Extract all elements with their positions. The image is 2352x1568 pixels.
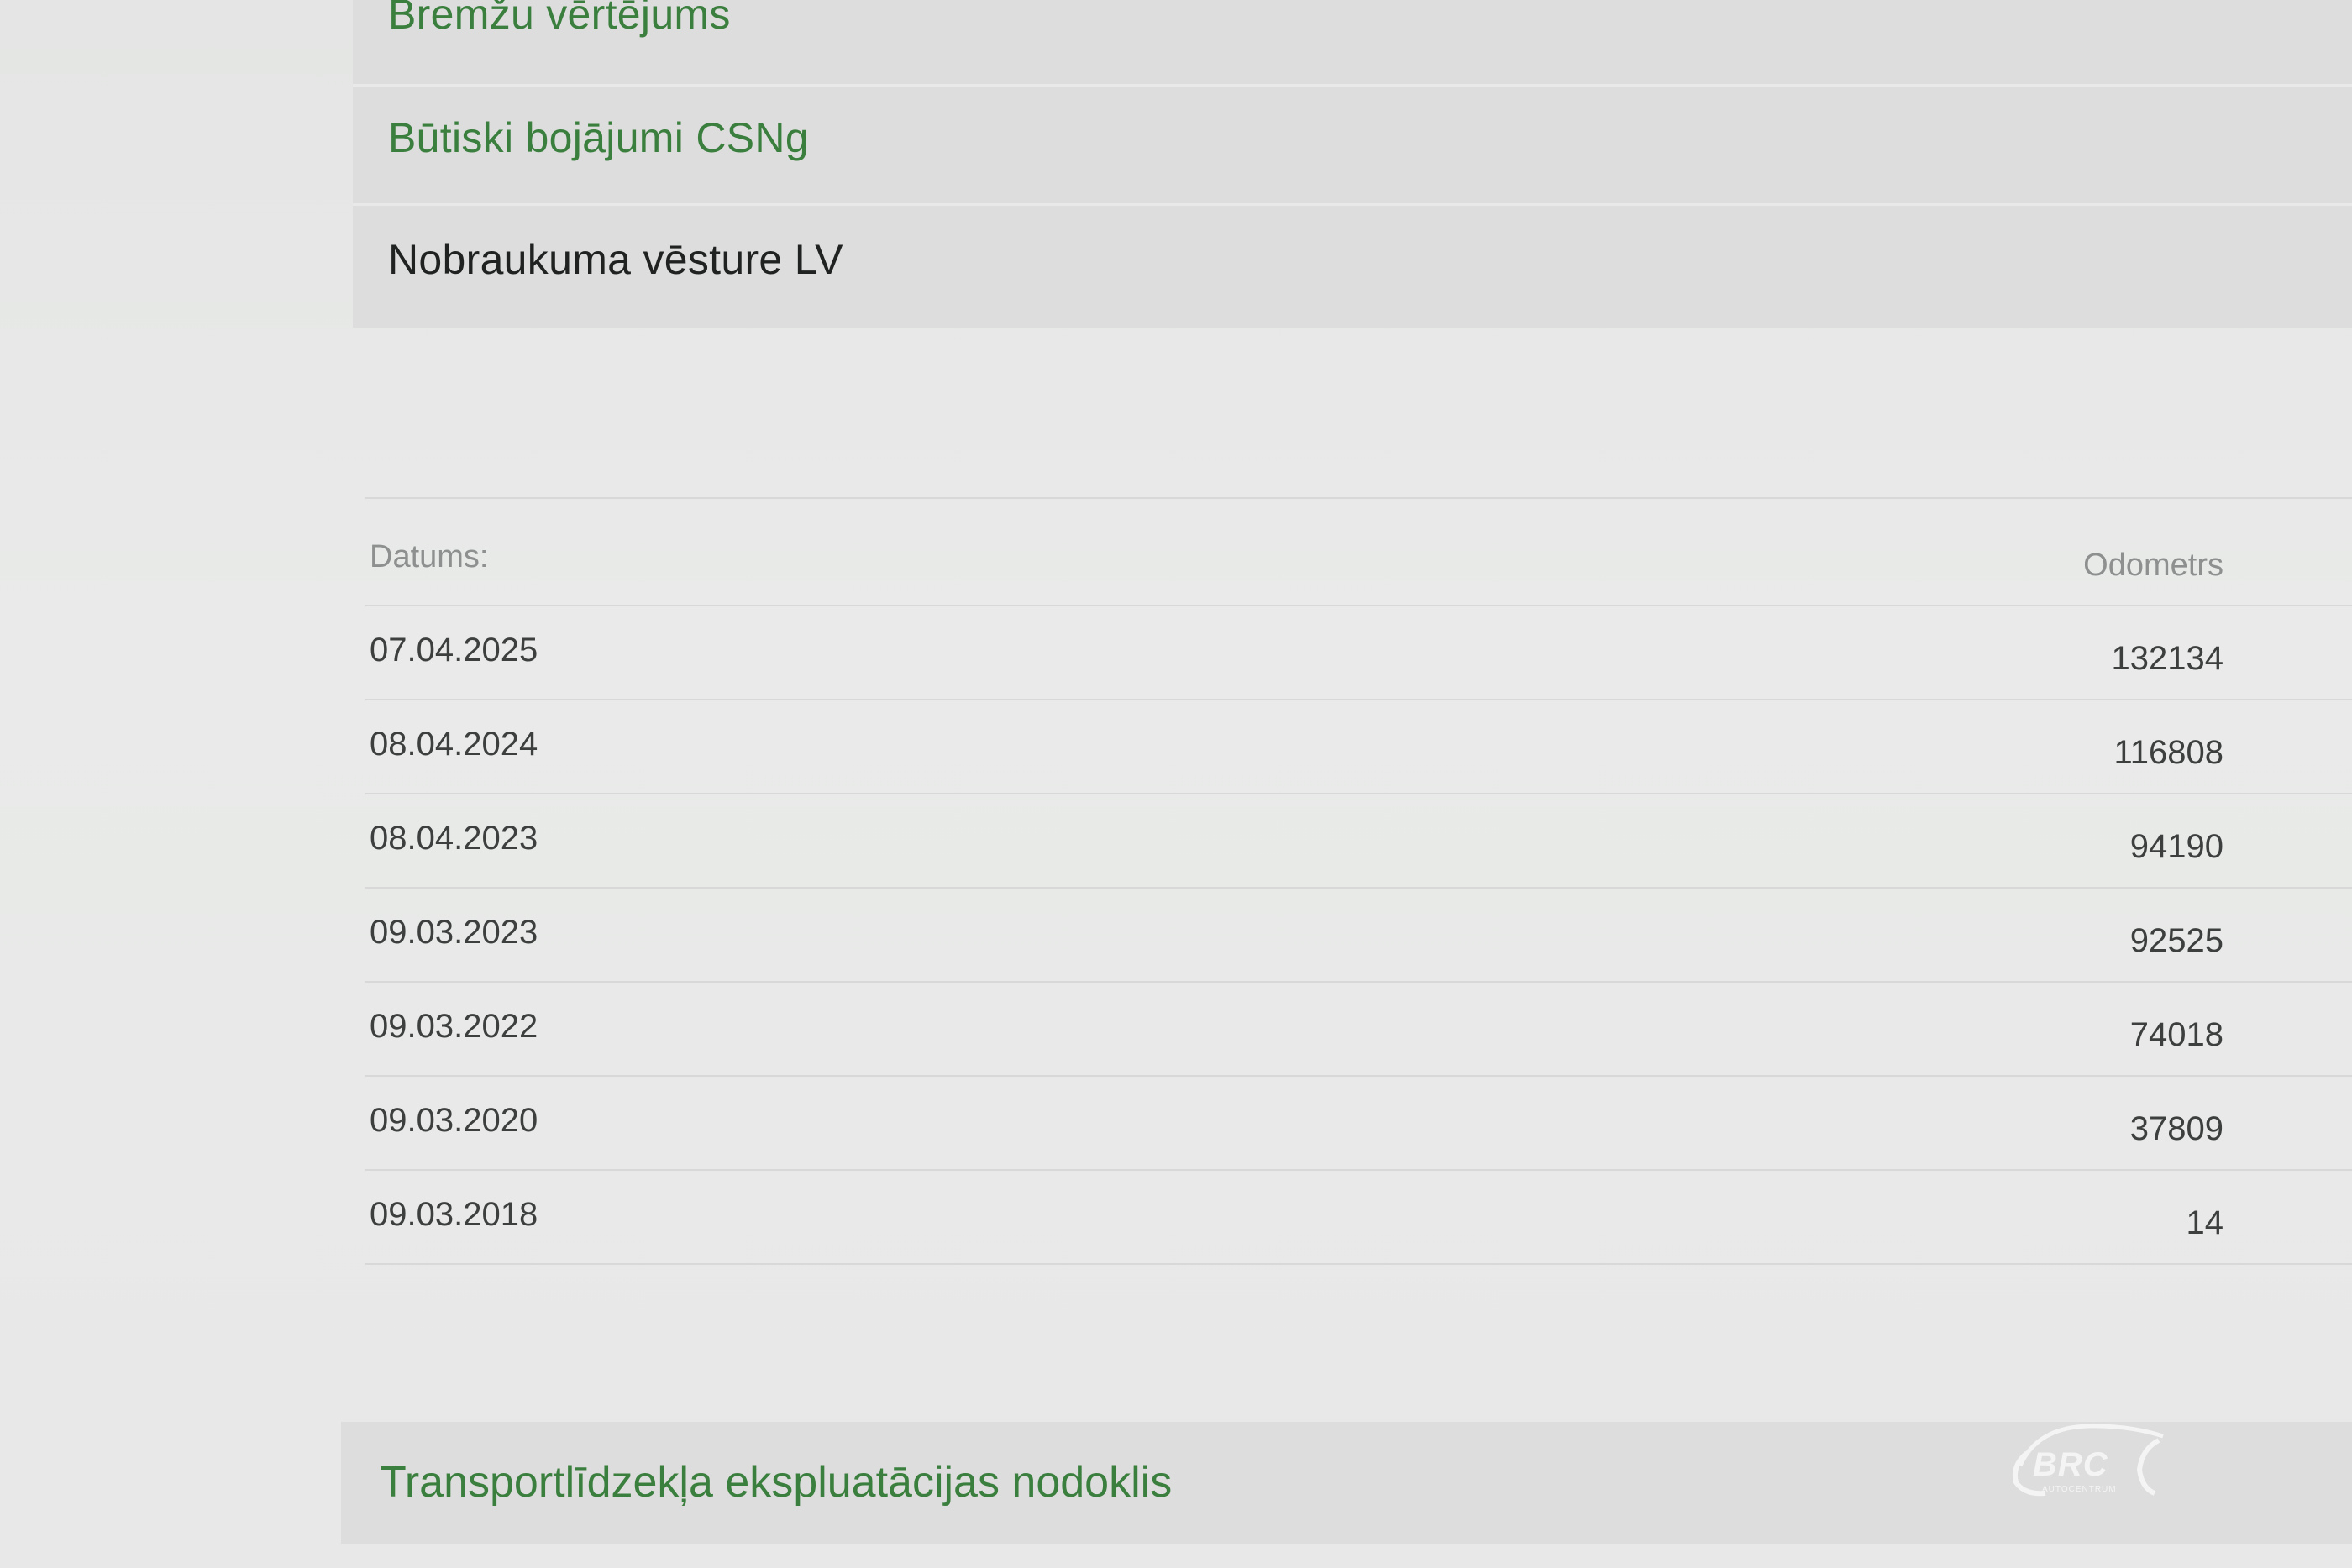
row-odometer: 94190 <box>2129 828 2223 865</box>
logo-subtext: AUTOCENTRUM <box>2042 1485 2117 1494</box>
row-odometer: 14 <box>2186 1204 2224 1241</box>
menu-item-brake-rating[interactable]: Bremžu vērtējums <box>388 0 731 39</box>
table-divider <box>365 605 2352 606</box>
logo-text: BRC <box>2033 1446 2108 1483</box>
table-divider <box>365 793 2352 794</box>
row-date: 07.04.2025 <box>370 632 538 669</box>
row-date: 09.03.2020 <box>370 1102 538 1139</box>
row-date: 08.04.2024 <box>370 726 538 763</box>
table-divider <box>365 497 2352 499</box>
row-date: 09.03.2018 <box>370 1196 538 1233</box>
row-date: 08.04.2023 <box>370 820 538 857</box>
brc-logo: BRC AUTOCENTRUM <box>1987 1403 2171 1512</box>
row-odometer: 37809 <box>2129 1110 2223 1147</box>
menu-divider <box>353 203 2352 206</box>
row-odometer: 92525 <box>2129 922 2223 959</box>
table-divider <box>365 699 2352 700</box>
row-odometer: 116808 <box>2113 734 2223 771</box>
menu-item-mileage-history[interactable]: Nobraukuma vēsture LV <box>388 235 843 284</box>
table-divider <box>365 1263 2352 1265</box>
row-odometer: 74018 <box>2129 1016 2223 1053</box>
table-divider <box>365 887 2352 889</box>
page: Bremžu vērtējums Būtiski bojājumi CSNg N… <box>0 0 2352 1568</box>
table-divider <box>365 1169 2352 1171</box>
menu-item-major-damage[interactable]: Būtiski bojājumi CSNg <box>388 113 809 162</box>
table-divider <box>365 1075 2352 1077</box>
row-date: 09.03.2023 <box>370 914 538 951</box>
row-odometer: 132134 <box>2111 640 2223 677</box>
column-header-date: Datums: <box>370 539 489 574</box>
column-header-odometer: Odometrs <box>2083 548 2223 583</box>
inspection-menu: Bremžu vērtējums Būtiski bojājumi CSNg N… <box>353 0 2352 328</box>
menu-divider <box>353 84 2352 87</box>
row-date: 09.03.2022 <box>370 1008 538 1045</box>
table-divider <box>365 981 2352 983</box>
vehicle-tax-title[interactable]: Transportlīdzekļa ekspluatācijas nodokli… <box>380 1457 1172 1508</box>
